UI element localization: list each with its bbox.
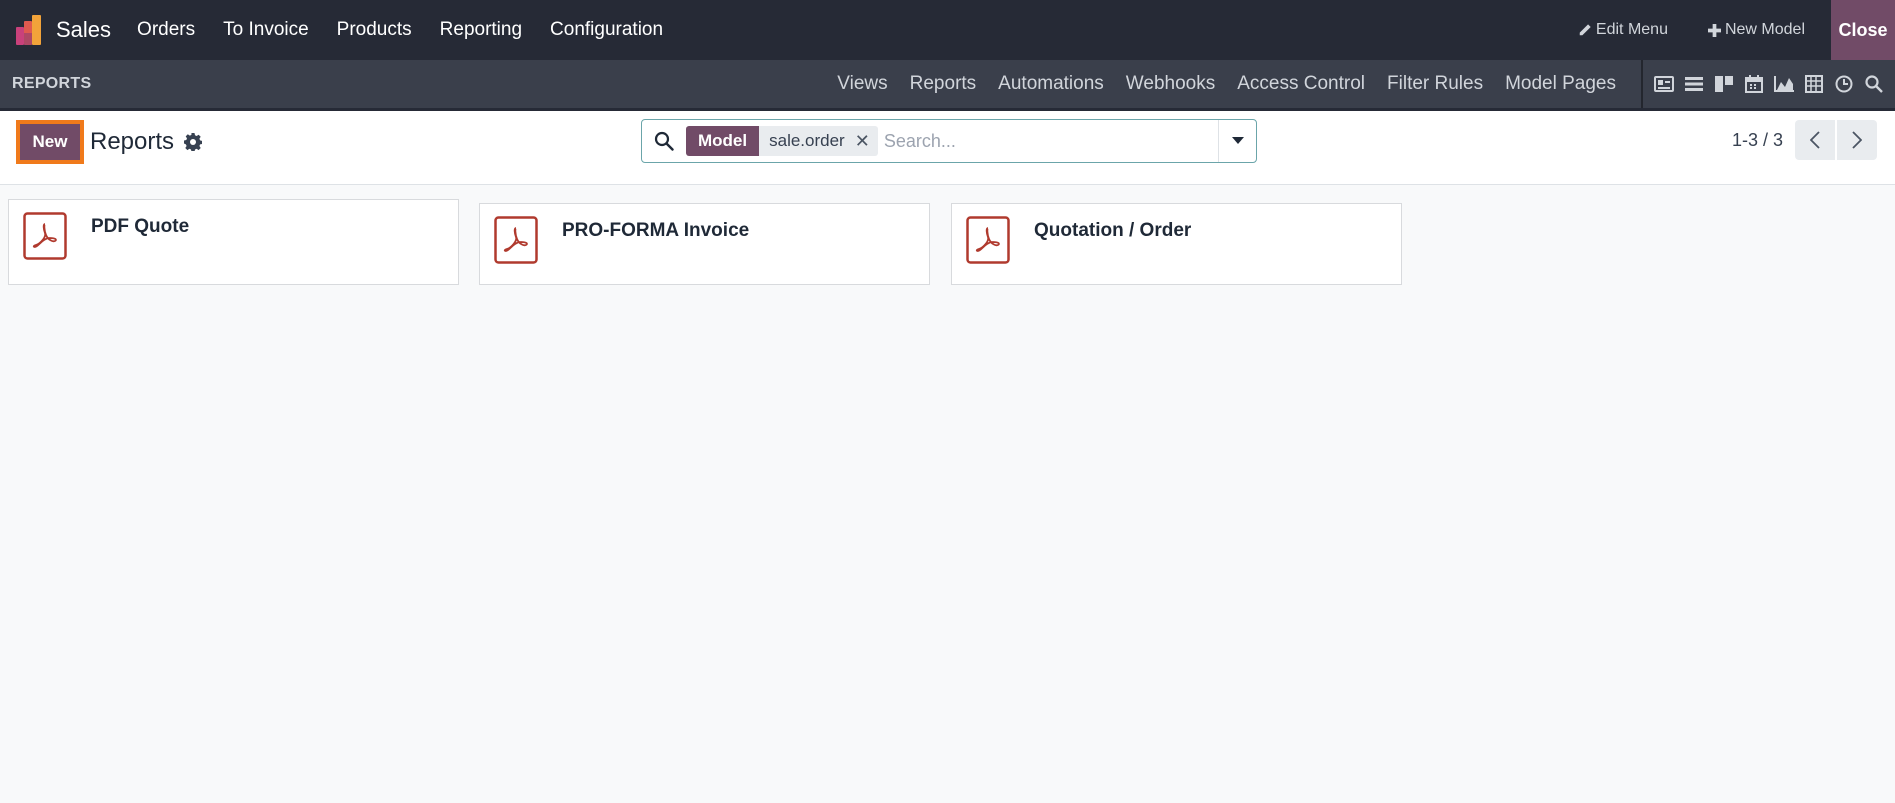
studio-subbar: REPORTS Views Reports Automations Webhoo… (0, 60, 1895, 108)
chevron-left-icon (1810, 131, 1820, 149)
caret-down-icon (1231, 137, 1244, 144)
menu-orders[interactable]: Orders (123, 0, 209, 60)
report-card[interactable]: PDF Quote (8, 199, 459, 285)
tab-filter-rules[interactable]: Filter Rules (1376, 60, 1494, 108)
tab-reports[interactable]: Reports (899, 60, 988, 108)
facet-value: sale.order (769, 131, 845, 150)
search-options-toggle[interactable] (1218, 120, 1256, 162)
pivot-view-icon[interactable] (1802, 75, 1826, 93)
pdf-file-icon (494, 216, 538, 264)
form-view-icon[interactable] (1652, 76, 1676, 92)
close-icon[interactable]: ✕ (855, 126, 870, 156)
reports-kanban: PDF Quote PRO-FORMA Invoice Quotation / … (8, 199, 1408, 285)
search-view-icon[interactable] (1862, 75, 1886, 93)
new-button[interactable]: New (16, 120, 84, 164)
tab-automations[interactable]: Automations (987, 60, 1115, 108)
section-title: REPORTS (12, 75, 92, 92)
edit-menu-label: Edit Menu (1595, 21, 1668, 38)
facet-label: Model (686, 126, 760, 156)
sales-app-icon[interactable] (12, 13, 46, 47)
pencil-icon (1579, 24, 1591, 36)
facet-value-wrap: sale.order ✕ (759, 126, 878, 156)
menu-reporting[interactable]: Reporting (426, 0, 536, 60)
breadcrumb: Reports (90, 128, 203, 156)
report-name: Quotation / Order (1034, 220, 1192, 241)
studio-tabs: Views Reports Automations Webhooks Acces… (826, 60, 1627, 108)
activity-view-icon[interactable] (1832, 75, 1856, 93)
menu-to-invoice[interactable]: To Invoice (209, 0, 323, 60)
report-name: PDF Quote (91, 216, 190, 237)
pager-previous-button[interactable] (1795, 120, 1835, 160)
plus-icon (1707, 23, 1721, 37)
pager-value[interactable]: 1-3 / 3 (1732, 130, 1783, 151)
list-view-icon[interactable] (1682, 76, 1706, 92)
graph-view-icon[interactable] (1772, 76, 1796, 92)
top-menu: Orders To Invoice Products Reporting Con… (123, 0, 677, 60)
view-type-switcher (1641, 60, 1895, 108)
report-name: PRO-FORMA Invoice (562, 220, 750, 241)
edit-menu-button[interactable]: Edit Menu (1558, 0, 1688, 60)
report-card[interactable]: PRO-FORMA Invoice (479, 203, 930, 285)
chevron-right-icon (1852, 131, 1862, 149)
search-bar: Model sale.order ✕ (641, 119, 1257, 163)
tab-webhooks[interactable]: Webhooks (1115, 60, 1226, 108)
search-icon[interactable] (642, 120, 686, 162)
control-panel: New Reports Model sale.order ✕ 1-3 / 3 (0, 111, 1895, 185)
menu-configuration[interactable]: Configuration (536, 0, 677, 60)
new-model-label: New Model (1724, 21, 1805, 38)
page-title: Reports (90, 128, 175, 155)
pdf-file-icon (23, 212, 67, 260)
app-name[interactable]: Sales (56, 17, 111, 43)
pager: 1-3 / 3 (1732, 120, 1877, 160)
kanban-view-icon[interactable] (1712, 76, 1736, 92)
tab-views[interactable]: Views (826, 60, 898, 108)
search-input[interactable] (877, 121, 1218, 161)
close-studio-button[interactable]: Close (1831, 0, 1895, 60)
search-facet: Model sale.order ✕ (686, 126, 878, 156)
calendar-view-icon[interactable] (1742, 75, 1766, 93)
tab-model-pages[interactable]: Model Pages (1494, 60, 1627, 108)
report-card[interactable]: Quotation / Order (951, 203, 1402, 285)
pager-next-button[interactable] (1837, 120, 1877, 160)
tab-access-control[interactable]: Access Control (1226, 60, 1376, 108)
menu-products[interactable]: Products (323, 0, 426, 60)
top-navbar: Sales Orders To Invoice Products Reporti… (0, 0, 1895, 60)
pdf-file-icon (966, 216, 1010, 264)
new-model-button[interactable]: New Model (1688, 0, 1825, 60)
gear-icon[interactable] (184, 133, 203, 152)
studio-actions: Edit Menu New Model Close (1558, 0, 1895, 60)
